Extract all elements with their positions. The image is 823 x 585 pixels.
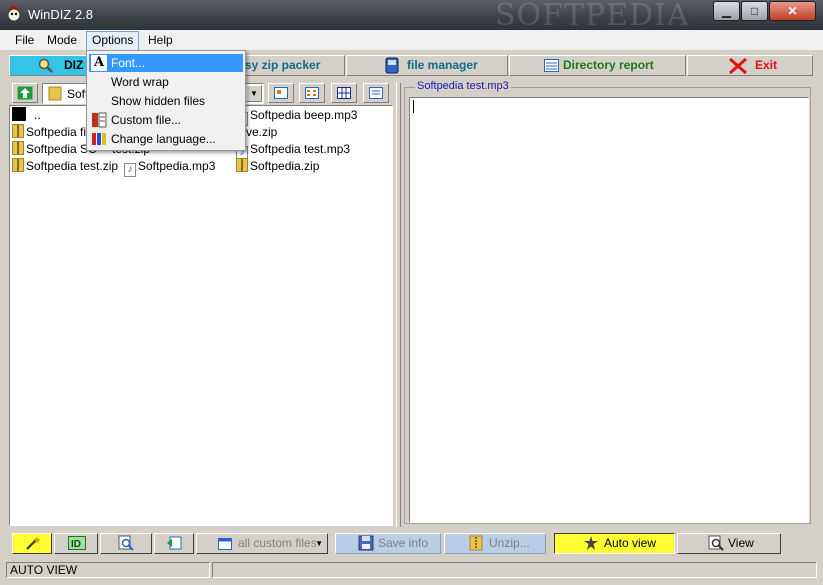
view-list-button[interactable] (331, 83, 357, 103)
up-arrow-icon (17, 86, 33, 103)
list-item[interactable]: .. (12, 107, 41, 123)
search-button[interactable] (100, 533, 152, 554)
menu-options[interactable]: Options (86, 31, 140, 51)
menu-bar: File Mode Options Help (0, 30, 823, 51)
viewer-caption: Softpedia test.mp3 (415, 80, 511, 92)
options-dropdown-menu: A Font... Word wrap Show hidden files Cu… (86, 50, 246, 151)
list-item[interactable]: Softpedia SC (12, 141, 97, 157)
minimize-button[interactable]: ▁ (713, 1, 740, 21)
small-icons-icon (305, 87, 319, 102)
search-icon (118, 535, 134, 557)
magic-wand-icon (25, 535, 41, 557)
mode-file-manager-label: file manager (407, 58, 478, 72)
unzip-icon (468, 535, 484, 557)
watermark-logo: SOFTPEDIA (495, 0, 690, 33)
viewer-text-area[interactable] (409, 97, 809, 523)
menu-item-word-wrap[interactable]: Word wrap (89, 73, 243, 91)
minimize-icon: ▁ (721, 4, 732, 18)
maximize-icon: □ (750, 4, 759, 18)
parent-folder-icon (12, 107, 26, 121)
language-icon (91, 131, 107, 152)
mode-file-manager-button[interactable]: file manager (346, 55, 508, 76)
title-bar: WinDIZ 2.8 SOFTPEDIA ▁ □ ✕ (0, 0, 823, 33)
close-icon: ✕ (787, 4, 798, 18)
list-item[interactable]: Softpedia fil (12, 124, 89, 140)
menu-item-font[interactable]: A Font... (89, 54, 243, 72)
list-item[interactable]: ♪ Softpedia test.mp3 (236, 141, 350, 160)
file-manager-icon (385, 57, 399, 80)
viewer-group: Softpedia test.mp3 (404, 80, 811, 524)
file-id-button[interactable]: ID (54, 533, 98, 554)
font-icon: A (91, 55, 107, 71)
large-icons-icon (274, 87, 288, 102)
panel-splitter[interactable] (396, 83, 401, 527)
exit-button[interactable]: Exit (687, 55, 813, 76)
text-caret (413, 100, 414, 113)
folder-icon (48, 86, 62, 104)
unzip-button[interactable]: Unzip... (444, 533, 546, 554)
menu-item-show-hidden-files[interactable]: Show hidden files (89, 92, 243, 110)
zip-file-icon (12, 124, 24, 138)
list-item[interactable]: Softpedia.zip (236, 158, 319, 174)
view-magnifier-icon (708, 535, 724, 557)
view-small-icons-button[interactable] (299, 83, 325, 103)
view-large-icons-button[interactable] (268, 83, 294, 103)
menu-file[interactable]: File (10, 32, 39, 48)
view-button[interactable]: View (677, 533, 781, 554)
zip-file-icon (12, 158, 24, 172)
svg-text:ID: ID (71, 539, 81, 550)
exit-x-icon (728, 57, 748, 81)
extract-icon (166, 536, 182, 556)
zip-file-icon (236, 158, 248, 172)
file-list-panel[interactable]: .. ♪Softpedia beep.mp3 Softpedia fil ve.… (9, 105, 393, 526)
mode-diz-button[interactable]: DIZ (9, 55, 87, 76)
app-icon (6, 5, 22, 22)
magnifier-icon (38, 58, 54, 80)
view-label: View (728, 536, 754, 550)
status-info (212, 562, 817, 578)
mp3-file-icon: ♪ (124, 163, 136, 177)
menu-item-custom-file[interactable]: Custom file... (89, 111, 243, 129)
extract-button[interactable] (154, 533, 194, 554)
mode-zip-packer-label: sy zip packer (245, 58, 321, 72)
window-title: WinDIZ 2.8 (28, 7, 94, 22)
file-filter-value: all custom files (238, 536, 317, 550)
filter-icon (218, 537, 232, 556)
list-item[interactable]: Softpedia test.zip (12, 158, 118, 174)
save-info-label: Save info (378, 536, 429, 550)
report-icon (544, 59, 559, 78)
list-view-icon (337, 87, 351, 102)
id-icon: ID (68, 536, 86, 556)
status-mode: AUTO VIEW (6, 562, 210, 578)
exit-label: Exit (755, 58, 778, 72)
auto-view-icon (582, 535, 600, 557)
chevron-down-icon: ▼ (315, 539, 323, 548)
mode-zip-packer-button[interactable]: sy zip packer (244, 55, 345, 76)
close-button[interactable]: ✕ (769, 1, 816, 21)
magic-wand-button[interactable] (12, 533, 52, 554)
floppy-disk-icon (358, 535, 374, 557)
zip-file-icon (12, 141, 24, 155)
mode-directory-report-label: Directory report (563, 58, 654, 72)
list-item[interactable]: ♪ Softpedia.mp3 (124, 158, 215, 177)
mode-diz-label: DIZ (64, 58, 84, 72)
list-item[interactable]: ♪Softpedia beep.mp3 (236, 107, 357, 126)
chevron-down-icon[interactable]: ▼ (246, 85, 262, 102)
unzip-label: Unzip... (489, 536, 530, 550)
menu-mode[interactable]: Mode (42, 32, 82, 48)
list-item[interactable]: ve.zip (246, 124, 277, 140)
status-bar: AUTO VIEW (0, 561, 823, 585)
view-details-button[interactable] (363, 83, 389, 103)
mode-directory-report-button[interactable]: Directory report (509, 55, 686, 76)
details-view-icon (369, 87, 383, 102)
menu-help[interactable]: Help (143, 32, 178, 48)
up-folder-button[interactable] (12, 83, 38, 103)
auto-view-label: Auto view (604, 536, 657, 550)
maximize-button[interactable]: □ (741, 1, 768, 21)
save-info-button[interactable]: Save info (335, 533, 441, 554)
menu-item-change-language[interactable]: Change language... (89, 130, 243, 148)
file-filter-combo[interactable]: all custom files ▼ (196, 533, 328, 554)
auto-view-button[interactable]: Auto view (554, 533, 675, 554)
